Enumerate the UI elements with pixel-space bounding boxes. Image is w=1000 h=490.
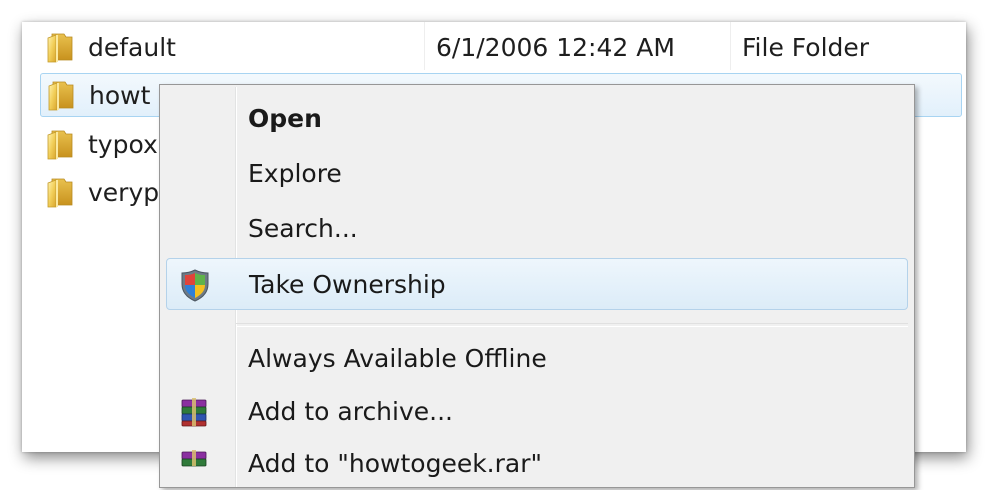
file-type: File Folder (742, 33, 870, 62)
menu-item-always-available-offline[interactable]: Always Available Offline (166, 333, 908, 385)
folder-icon (45, 80, 77, 112)
file-date-modified: 6/1/2006 12:42 AM (436, 33, 675, 62)
menu-item-label: Explore (248, 159, 342, 188)
menu-item-explore[interactable]: Explore (166, 148, 908, 200)
folder-icon (44, 177, 76, 209)
folder-icon (44, 32, 76, 64)
menu-item-label: Search... (248, 214, 358, 243)
winrar-archive-icon (181, 450, 207, 467)
menu-item-add-to-rar[interactable]: Add to "howtogeek.rar" (166, 438, 908, 490)
folder-icon (44, 129, 76, 161)
file-row-default[interactable]: default 6/1/2006 12:42 AM File Folder (40, 26, 962, 70)
menu-separator (236, 323, 908, 327)
context-menu: Open Explore Search... Take Ownership Al… (159, 84, 915, 488)
winrar-archive-icon (181, 398, 207, 427)
menu-item-take-ownership[interactable]: Take Ownership (166, 258, 908, 310)
menu-item-label: Open (248, 104, 322, 133)
uac-shield-icon (181, 269, 209, 302)
menu-item-label: Take Ownership (249, 270, 446, 299)
file-name: default (88, 33, 176, 62)
menu-item-open[interactable]: Open (166, 93, 908, 145)
menu-item-add-to-archive[interactable]: Add to archive... (166, 386, 908, 438)
menu-item-label: Add to archive... (248, 397, 453, 426)
file-name: howt (89, 81, 151, 110)
menu-item-search[interactable]: Search... (166, 203, 908, 255)
menu-item-label: Add to "howtogeek.rar" (248, 449, 543, 478)
file-name: veryp (88, 178, 160, 207)
file-name: typox (88, 130, 158, 159)
menu-item-label: Always Available Offline (248, 344, 547, 373)
